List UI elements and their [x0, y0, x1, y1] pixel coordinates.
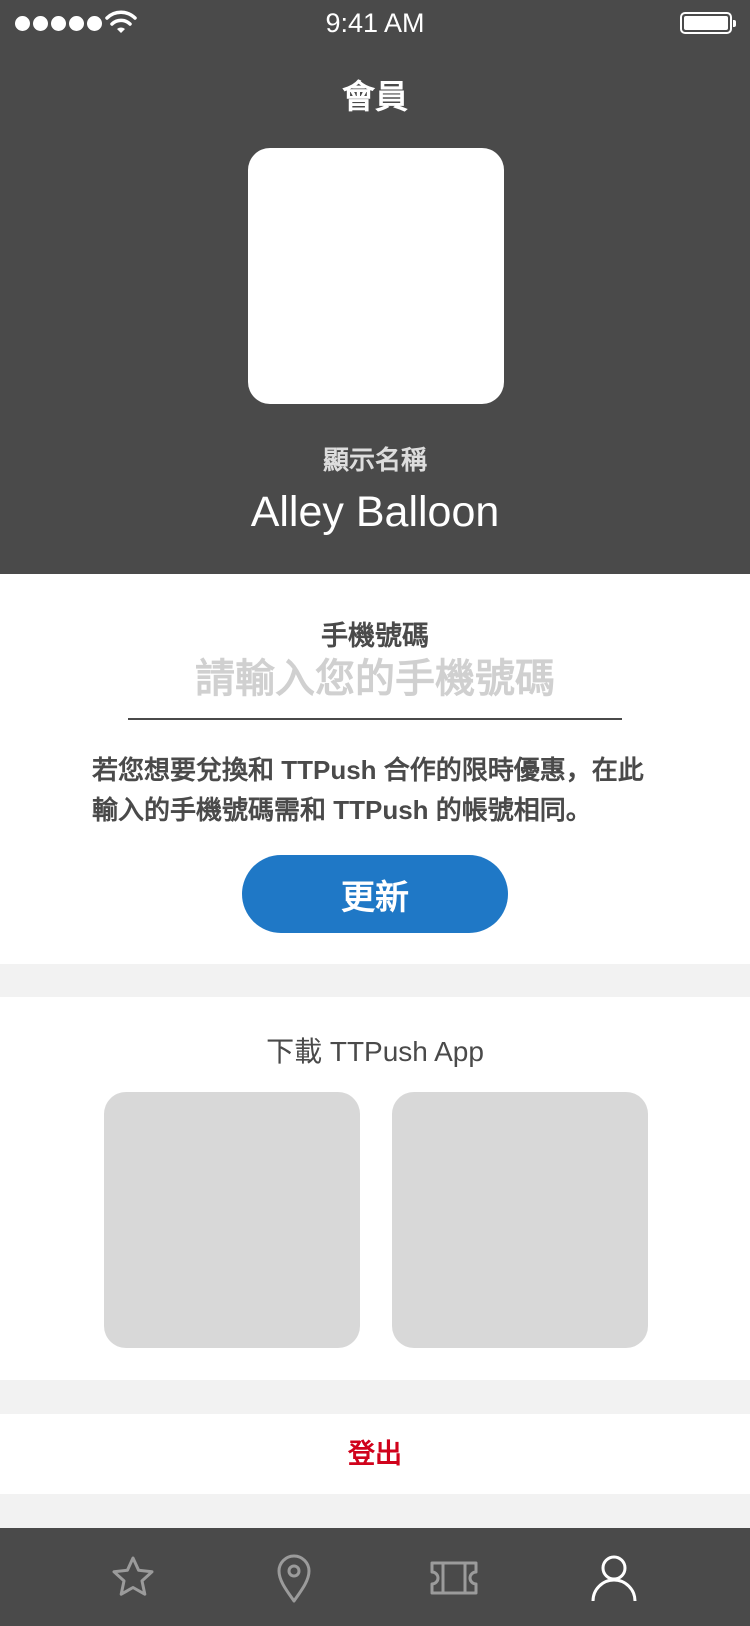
tab-favorites[interactable]: [103, 1548, 163, 1608]
status-bar: 9:41 AM: [0, 0, 750, 48]
person-icon: [591, 1555, 637, 1602]
download-section: 下載 TTPush App: [0, 997, 750, 1380]
logout-section: 登出: [0, 1414, 750, 1494]
phone-label: 手機號碼: [321, 621, 429, 651]
tab-tickets[interactable]: [424, 1548, 484, 1608]
member-header: 9:41 AM 會員 顯示名稱 Alley Balloon: [0, 0, 750, 574]
avatar[interactable]: [248, 148, 504, 404]
store-badge-left[interactable]: [104, 1092, 360, 1348]
tab-locations[interactable]: [264, 1548, 324, 1608]
phone-input[interactable]: [128, 654, 622, 720]
status-time: 9:41 AM: [325, 8, 425, 38]
phone-note: 若您想要兌換和 TTPush 合作的限時優惠，在此輸入的手機號碼需和 TTPus…: [92, 755, 644, 825]
phone-section: 手機號碼 若您想要兌換和 TTPush 合作的限時優惠，在此輸入的手機號碼需和 …: [0, 574, 750, 964]
tab-bar: [0, 1528, 750, 1626]
store-badge-right[interactable]: [392, 1092, 648, 1348]
page-title: 會員: [342, 78, 408, 115]
battery-icon: [680, 12, 736, 34]
display-name: Alley Balloon: [250, 488, 500, 536]
location-pin-icon: [277, 1554, 311, 1603]
update-button[interactable]: 更新: [242, 855, 508, 933]
display-name-label: 顯示名稱: [322, 445, 427, 475]
logout-button[interactable]: 登出: [0, 1414, 750, 1494]
download-title: 下載 TTPush App: [266, 1036, 484, 1067]
ticket-icon: [430, 1561, 478, 1595]
star-icon: [112, 1556, 154, 1596]
tab-member[interactable]: [584, 1548, 644, 1608]
